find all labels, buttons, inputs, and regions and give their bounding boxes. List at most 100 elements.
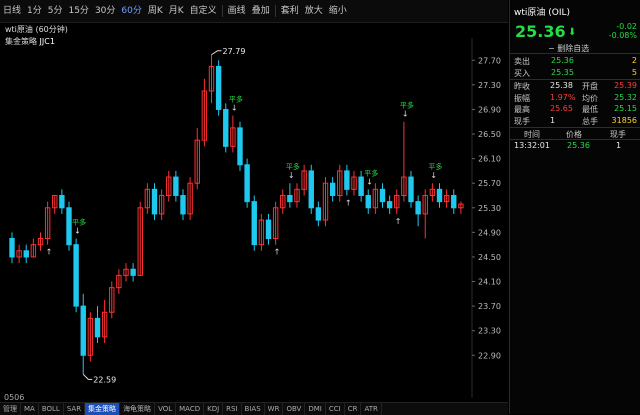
stat-value: 25.15 — [614, 104, 637, 113]
toolbar-item[interactable]: 套利 — [278, 0, 302, 22]
divider — [510, 127, 640, 128]
candle-body — [451, 194, 457, 209]
y-tick-label: 27.30 — [478, 81, 501, 90]
candle-body — [80, 305, 86, 356]
candle-body — [408, 176, 414, 203]
low-label: 22.59 — [93, 375, 116, 384]
y-tick-label: 26.50 — [478, 130, 501, 139]
candle-body — [244, 164, 250, 203]
y-tick-label: 24.90 — [478, 228, 501, 237]
indicator-tab[interactable]: RSI — [223, 403, 242, 415]
date-label: 0506 — [4, 393, 25, 402]
toolbar-item[interactable]: 画线 — [225, 0, 249, 22]
up-arrow-icon: ↑ — [46, 248, 53, 257]
candle-body — [59, 194, 65, 209]
indicator-tab[interactable]: 集金策略 — [85, 403, 121, 415]
low-marker — [82, 373, 93, 380]
bid-row: 买入 25.35 5 — [510, 68, 640, 78]
quote-header: wti原油 (OIL) — [510, 0, 640, 22]
stat-label: 最高 — [514, 105, 530, 114]
indicator-tab[interactable]: 海龟策略 — [120, 403, 156, 415]
change-value: -0.02 — [616, 22, 637, 31]
indicator-tab[interactable]: VOL — [155, 403, 177, 415]
toolbar-item[interactable]: 月K — [166, 0, 187, 22]
stat-value: 31856 — [611, 115, 637, 125]
trade-price: 25.36 — [567, 141, 590, 150]
indicator-tab[interactable]: MA — [21, 403, 39, 415]
candle-body — [315, 207, 322, 221]
bid-volume: 5 — [631, 68, 637, 77]
trade-row: 13:32:01 25.36 1 — [510, 141, 640, 151]
candle-body — [94, 317, 101, 338]
y-tick-label: 26.10 — [478, 155, 501, 164]
indicator-tab[interactable]: DMI — [305, 403, 326, 415]
candle-body — [173, 176, 179, 196]
toolbar-item[interactable]: 60分 — [118, 0, 144, 22]
candle-body — [237, 127, 243, 166]
signal-label: 平多 — [400, 101, 414, 110]
indicator-tab[interactable]: KDJ — [204, 403, 224, 415]
toolbar-item[interactable]: 叠加 — [249, 0, 273, 22]
toolbar-item[interactable]: 1分 — [24, 0, 45, 22]
divider — [510, 139, 640, 140]
up-arrow-icon: ↑ — [274, 248, 281, 257]
candle-body — [151, 188, 158, 215]
down-arrow-icon: ↓ — [231, 104, 238, 113]
toolbar-item[interactable]: 缩小 — [326, 0, 350, 22]
ask-row: 卖出 25.36 2 — [510, 56, 640, 66]
stat-label: 均价 — [582, 93, 598, 103]
y-tick-label: 25.70 — [478, 179, 501, 188]
down-arrow-icon: ↓ — [402, 110, 409, 119]
candlestick-chart[interactable]: 27.70 27.30 26.90 26.50 26.10 25.70 25.30 24.90… — [0, 38, 508, 398]
indicator-tab[interactable]: CR — [345, 403, 362, 415]
indicator-tab[interactable]: BOLL — [39, 403, 64, 415]
y-tick-label: 24.10 — [478, 278, 501, 287]
candle-body — [180, 194, 186, 215]
stat-label: 开盘 — [582, 82, 598, 91]
toolbar-item[interactable]: 15分 — [65, 0, 91, 22]
indicator-tab[interactable]: WR — [265, 403, 284, 415]
signal-label: 平多 — [428, 162, 442, 171]
ask-volume: 2 — [631, 56, 637, 65]
chart-title: wti原油 (60分钟) — [5, 25, 68, 34]
indicator-tab[interactable]: SAR — [64, 403, 86, 415]
indicator-tab[interactable]: BIAS — [242, 403, 265, 415]
toolbar-separator — [221, 5, 223, 17]
candle-body — [365, 194, 371, 209]
stat-value: 1.97% — [550, 92, 576, 102]
candle-body — [265, 219, 272, 240]
toolbar-item[interactable]: 放大 — [302, 0, 326, 22]
toolbar-item[interactable]: 自定义 — [187, 0, 220, 22]
indicator-tab[interactable]: ATR — [361, 403, 382, 415]
divider — [510, 79, 640, 80]
indicator-tab[interactable]: 管理 — [0, 403, 21, 415]
candle-body — [215, 65, 222, 110]
change-percent: -0.08% — [608, 31, 637, 40]
down-arrow-icon: ↓ — [430, 171, 437, 180]
toolbar-item[interactable]: 5分 — [45, 0, 66, 22]
indicator-tab[interactable]: CCI — [326, 403, 345, 415]
stat-value: 25.32 — [614, 92, 637, 102]
candle-body — [329, 182, 336, 196]
candle-body — [23, 250, 29, 258]
candle-body — [223, 108, 229, 147]
candle-body — [415, 201, 421, 215]
toolbar-separator — [274, 5, 276, 17]
indicator-tabs: 管理 MA BOLL SAR 集金策略 海龟策略 VOL MACD KDJ RSI BIAS WR OB… — [0, 402, 508, 415]
candle-body — [9, 238, 15, 258]
toolbar-item[interactable]: 周K — [145, 0, 166, 22]
down-arrow-icon: ↓ — [288, 171, 295, 180]
bid-label: 买入 — [514, 69, 530, 78]
toolbar-item[interactable]: 日线 — [0, 0, 24, 22]
stat-label: 现手 — [514, 116, 530, 126]
stat-label: 总手 — [582, 116, 598, 126]
indicator-tab[interactable]: MACD — [176, 403, 205, 415]
signal-label: 平多 — [364, 168, 378, 177]
toolbar-item[interactable]: 30分 — [92, 0, 118, 22]
indicator-tab[interactable]: OBV — [283, 403, 306, 415]
divider — [510, 53, 640, 54]
y-tick-label: 23.70 — [478, 302, 501, 311]
stat-value: 25.65 — [550, 104, 573, 113]
y-tick-label: 23.30 — [478, 327, 501, 336]
ask-price: 25.36 — [551, 56, 574, 65]
